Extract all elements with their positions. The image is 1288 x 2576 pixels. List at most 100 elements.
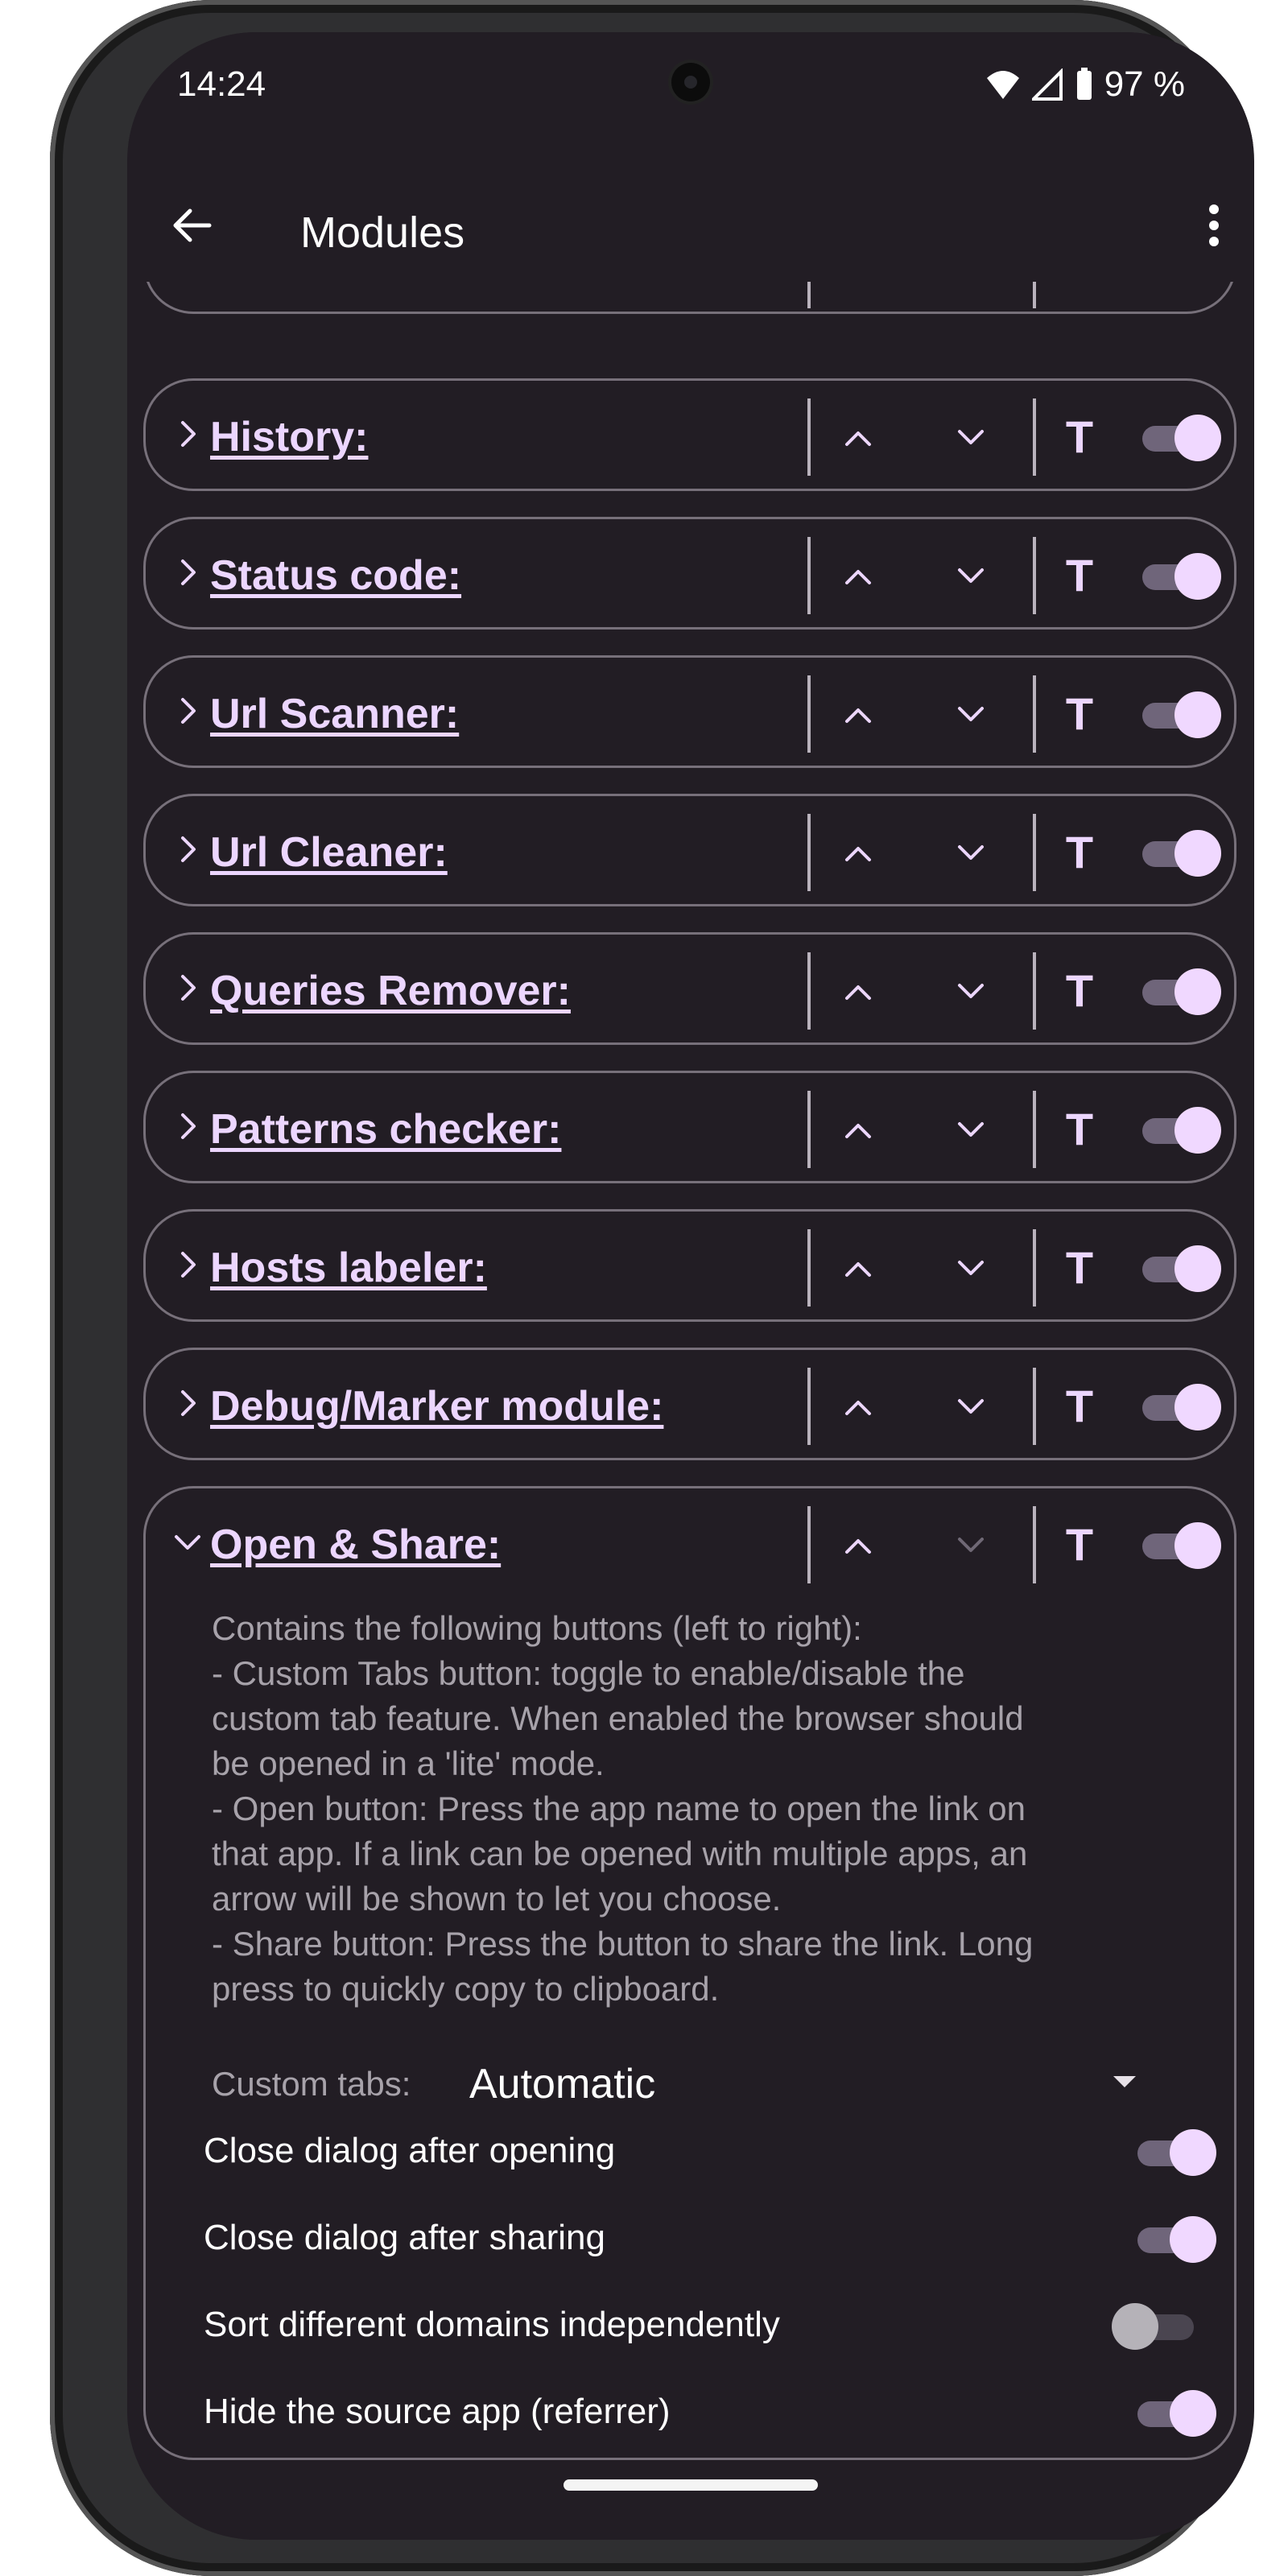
module-list: History: T Status code: T Url Scanner: T… (127, 32, 1254, 2540)
setting-switch[interactable] (1129, 2385, 1216, 2440)
module-title[interactable]: Url Scanner: (210, 690, 459, 738)
divider (1033, 1506, 1036, 1583)
description-line: custom tab feature. When enabled the bro… (212, 1699, 1024, 1737)
description-line: arrow will be shown to let you choose. (212, 1880, 782, 1918)
module-title[interactable]: Url Cleaner: (210, 828, 448, 877)
divider (1033, 398, 1036, 476)
move-up-button[interactable] (830, 410, 886, 466)
setting-label: Sort different domains independently (204, 2305, 780, 2344)
move-up-button[interactable] (830, 548, 886, 605)
module-title[interactable]: Debug/Marker module: (210, 1382, 663, 1430)
move-down-button[interactable] (943, 964, 999, 1020)
phone-frame: History: T Status code: T Url Scanner: T… (50, 0, 1254, 2576)
expand-chevron-icon[interactable] (171, 1387, 204, 1419)
expand-chevron-icon[interactable] (171, 1249, 204, 1281)
toggle-title-button[interactable]: T (1047, 1099, 1112, 1160)
expand-chevron-icon[interactable] (171, 1525, 204, 1558)
move-up-button[interactable] (830, 1517, 886, 1574)
module-title[interactable]: Patterns checker: (210, 1105, 561, 1154)
chevron-up-icon (845, 708, 871, 723)
chevron-up-icon (845, 985, 871, 1000)
status-time: 14:24 (177, 64, 266, 104)
divider (1033, 1091, 1036, 1168)
toggle-title-button[interactable]: T (1047, 1514, 1112, 1575)
description-line: - Share button: Press the button to shar… (212, 1925, 1034, 1963)
chevron-down-icon (958, 1122, 984, 1137)
move-up-button[interactable] (830, 1102, 886, 1158)
expand-chevron-icon[interactable] (171, 1110, 204, 1142)
expand-chevron-icon[interactable] (171, 418, 204, 450)
setting-switch-row[interactable]: Sort different domains independently (204, 2290, 1250, 2363)
module-card: Queries Remover: T (143, 932, 1236, 1045)
status-icons: 97 % (985, 64, 1185, 105)
move-down-button[interactable] (943, 1241, 999, 1297)
module-title[interactable]: Open & Share: (210, 1521, 501, 1569)
setting-switch[interactable] (1129, 2211, 1216, 2266)
wifi-icon (986, 71, 1019, 99)
custom-tabs-dropdown[interactable]: Custom tabs: Automatic (212, 2052, 1178, 2116)
toggle-title-button[interactable]: T (1047, 1376, 1112, 1437)
app-bar: Modules (127, 169, 1254, 282)
module-title[interactable]: History: (210, 413, 368, 461)
move-up-button[interactable] (830, 964, 886, 1020)
module-title[interactable]: Hosts labeler: (210, 1244, 487, 1292)
move-down-button[interactable] (943, 548, 999, 605)
toggle-title-button[interactable]: T (1047, 960, 1112, 1022)
module-enable-switch[interactable] (1134, 1102, 1221, 1157)
chevron-down-icon (958, 1538, 984, 1552)
divider (807, 1368, 811, 1445)
toggle-title-button[interactable]: T (1047, 683, 1112, 745)
move-up-button[interactable] (830, 1379, 886, 1435)
back-button[interactable] (159, 193, 224, 258)
expand-chevron-icon[interactable] (171, 695, 204, 727)
move-down-button[interactable] (943, 1379, 999, 1435)
move-down-button[interactable] (943, 687, 999, 743)
setting-switch[interactable] (1129, 2124, 1216, 2179)
module-enable-switch[interactable] (1134, 548, 1221, 603)
move-down-button[interactable] (943, 1102, 999, 1158)
toggle-title-button[interactable]: T (1047, 545, 1112, 606)
move-down-button[interactable] (943, 410, 999, 466)
chevron-up-icon (845, 1124, 871, 1138)
module-enable-switch[interactable] (1134, 964, 1221, 1018)
move-up-button[interactable] (830, 1241, 886, 1297)
setting-switch-row[interactable]: Hide the source app (referrer) (204, 2377, 1250, 2450)
divider (1033, 814, 1036, 891)
setting-switch[interactable] (1112, 2298, 1199, 2353)
module-title[interactable]: Queries Remover: (210, 967, 571, 1015)
setting-switch-row[interactable]: Close dialog after sharing (204, 2203, 1250, 2276)
toggle-title-button[interactable]: T (1047, 1237, 1112, 1298)
custom-tabs-label: Custom tabs: (212, 2065, 411, 2103)
setting-label: Close dialog after sharing (204, 2218, 605, 2257)
setting-switch-row[interactable]: Close dialog after opening (204, 2116, 1250, 2189)
battery-percent: 97 % (1104, 64, 1185, 104)
expand-chevron-icon[interactable] (171, 556, 204, 588)
move-down-button[interactable] (943, 1517, 999, 1574)
module-enable-switch[interactable] (1134, 1379, 1221, 1434)
module-enable-switch[interactable] (1134, 1517, 1221, 1572)
expand-chevron-icon[interactable] (171, 972, 204, 1004)
arrow-back-icon (173, 208, 212, 242)
expand-chevron-icon[interactable] (171, 833, 204, 865)
chevron-down-icon (958, 430, 984, 444)
module-title[interactable]: Status code: (210, 551, 461, 600)
chevron-down-icon (958, 984, 984, 998)
move-down-button[interactable] (943, 825, 999, 881)
move-up-button[interactable] (830, 825, 886, 881)
module-enable-switch[interactable] (1134, 410, 1221, 464)
setting-label: Hide the source app (referrer) (204, 2392, 671, 2431)
chevron-up-icon (845, 1539, 871, 1554)
page-title: Modules (300, 208, 465, 257)
chevron-up-icon (845, 570, 871, 584)
toggle-title-button[interactable]: T (1047, 407, 1112, 468)
move-up-button[interactable] (830, 687, 886, 743)
home-indicator[interactable] (564, 2479, 818, 2491)
module-enable-switch[interactable] (1134, 1241, 1221, 1295)
overflow-menu-button[interactable] (1190, 193, 1238, 258)
module-enable-switch[interactable] (1134, 825, 1221, 880)
toggle-title-button[interactable]: T (1047, 822, 1112, 883)
description-line: be opened in a 'lite' mode. (212, 1744, 605, 1782)
status-bar: 14:24 97 % (127, 32, 1254, 145)
module-enable-switch[interactable] (1134, 687, 1221, 741)
chevron-down-icon (958, 1399, 984, 1414)
